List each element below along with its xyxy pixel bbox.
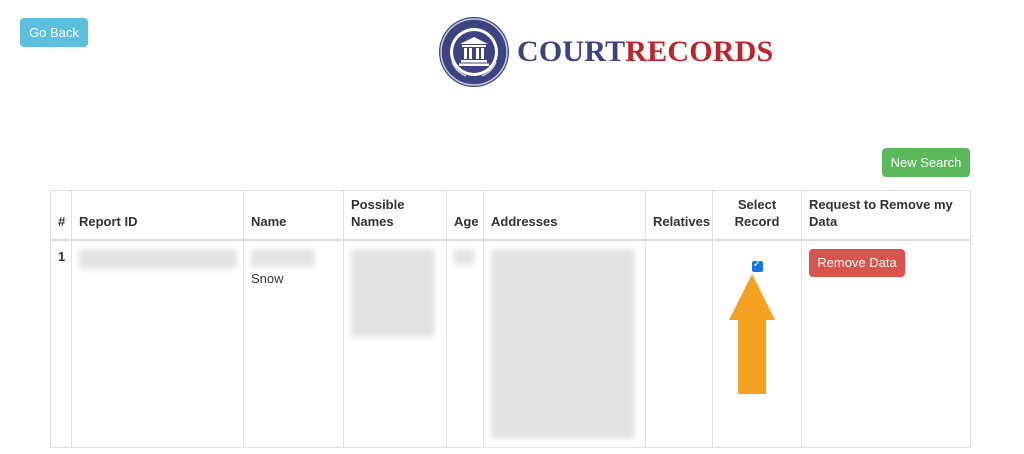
up-arrow-icon bbox=[729, 274, 775, 394]
header-index: # bbox=[50, 190, 72, 241]
header-age: Age bbox=[446, 190, 484, 241]
row-index: 1 bbox=[50, 239, 72, 448]
header-remove-data: Request to Remove my Data bbox=[801, 190, 971, 241]
records-table: # Report ID Name Possible Names Age Addr… bbox=[50, 190, 971, 448]
court-records-logo: COURTRECORDS bbox=[438, 16, 773, 88]
header-addresses: Addresses bbox=[483, 190, 646, 241]
table-row: 1 Snow ✓ Remove Data bbox=[50, 239, 971, 448]
brand-name-part1: COURT bbox=[517, 35, 626, 68]
brand-name-part2: RECORDS bbox=[625, 35, 774, 68]
redacted-age bbox=[454, 248, 474, 265]
redacted-first-name bbox=[251, 248, 315, 267]
table-header-row: # Report ID Name Possible Names Age Addr… bbox=[50, 190, 971, 241]
brand-name: COURTRECORDS bbox=[517, 35, 773, 69]
cell-addresses bbox=[483, 239, 646, 448]
redacted-possible-names bbox=[351, 248, 435, 337]
header-select-record: Select Record bbox=[712, 190, 802, 241]
name-visible: Snow bbox=[251, 270, 284, 286]
go-back-button[interactable]: Go Back bbox=[20, 18, 88, 47]
cell-report-id bbox=[71, 239, 244, 448]
new-search-button[interactable]: New Search bbox=[882, 148, 970, 177]
header-possible-names: Possible Names bbox=[343, 190, 447, 241]
redacted-report-id bbox=[79, 248, 237, 269]
court-seal-icon bbox=[439, 17, 509, 87]
header-relatives: Relatives bbox=[645, 190, 713, 241]
header-report-id: Report ID bbox=[71, 190, 244, 241]
cell-age bbox=[446, 239, 484, 448]
cell-remove-data: Remove Data bbox=[801, 239, 971, 448]
remove-data-button[interactable]: Remove Data bbox=[809, 248, 905, 277]
cell-possible-names bbox=[343, 239, 447, 448]
cell-name: Snow bbox=[243, 239, 344, 448]
select-record-checkbox[interactable]: ✓ bbox=[751, 258, 763, 272]
cell-relatives bbox=[645, 239, 713, 448]
redacted-addresses bbox=[491, 248, 635, 439]
header-name: Name bbox=[243, 190, 344, 241]
checkbox-checked-icon: ✓ bbox=[752, 258, 762, 270]
